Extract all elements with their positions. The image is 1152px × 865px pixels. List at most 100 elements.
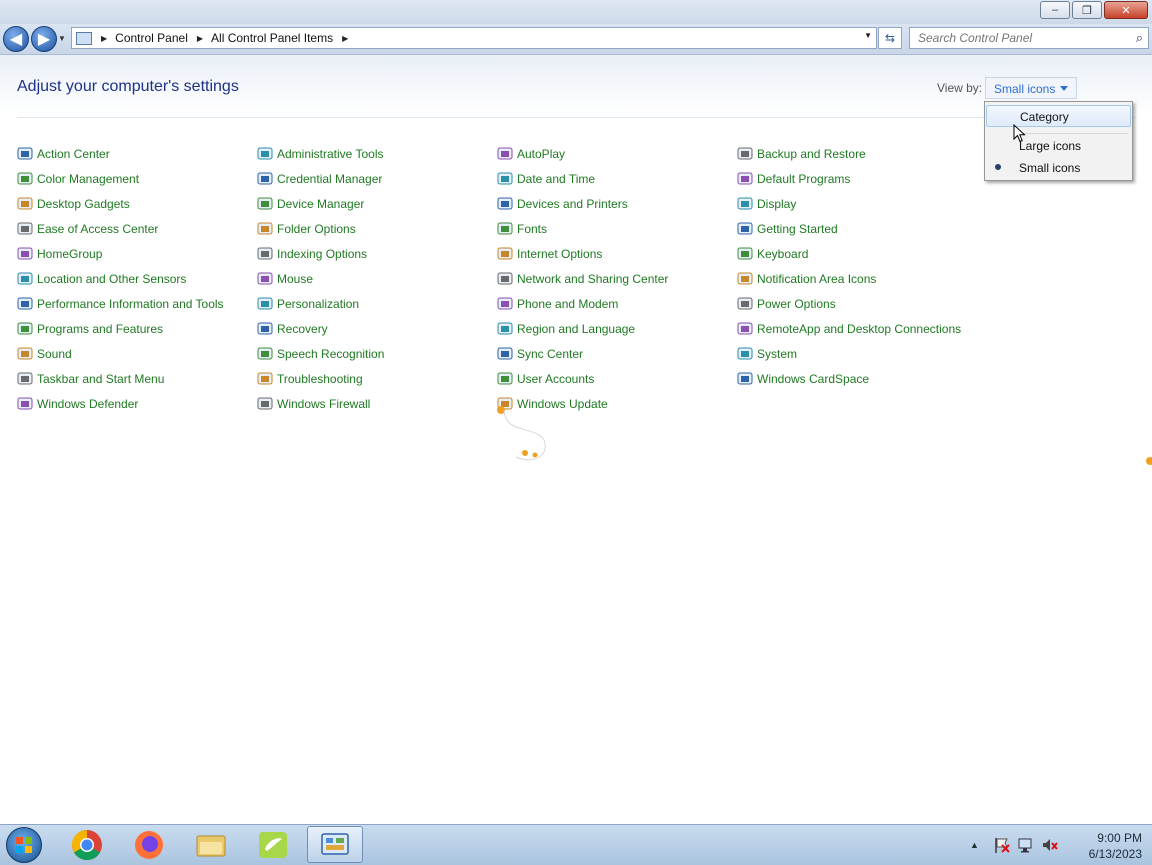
cp-item-location-and-other-sensors[interactable]: Location and Other Sensors [17,269,186,289]
clock[interactable]: 9:00 PM 6/13/2023 [1064,830,1142,862]
cp-item-label: Mouse [277,272,314,286]
cp-item-recovery[interactable]: Recovery [257,319,328,339]
performance-information-and-tools-icon [17,297,33,310]
cp-item-administrative-tools[interactable]: Administrative Tools [257,144,384,164]
volume-muted-icon[interactable] [1041,836,1059,854]
cp-item-user-accounts[interactable]: User Accounts [497,369,594,389]
breadcrumb-arrow-icon[interactable]: ▶ [197,34,203,43]
cp-item-label: AutoPlay [517,147,566,161]
search-box[interactable]: ⌕ [909,27,1149,49]
cp-item-autoplay[interactable]: AutoPlay [497,144,565,164]
address-dropdown-icon[interactable]: ▼ [864,31,872,40]
search-icon[interactable]: ⌕ [1136,30,1143,46]
keyboard-icon [737,247,753,260]
cp-item-system[interactable]: System [737,344,797,364]
taskbar-explorer[interactable] [183,826,239,863]
taskbar-control-panel[interactable] [307,826,363,863]
view-by-select[interactable]: Small icons [985,77,1077,99]
user-accounts-icon [497,372,513,385]
show-hidden-icons-icon[interactable]: ▲ [970,840,979,850]
refresh-button[interactable]: ⇆ [878,27,902,49]
back-button[interactable]: ◀ [3,26,29,52]
cp-item-desktop-gadgets[interactable]: Desktop Gadgets [17,194,130,214]
paint-icon [259,831,287,858]
remoteapp-and-desktop-connections-icon [737,322,753,335]
cp-item-taskbar-and-start-menu[interactable]: Taskbar and Start Menu [17,369,164,389]
taskbar-paint[interactable] [245,826,301,863]
menu-item-large-icons[interactable]: Large icons [986,135,1131,157]
menu-item-small-icons[interactable]: Small icons [986,157,1131,179]
cp-item-remoteapp-and-desktop-connections[interactable]: RemoteApp and Desktop Connections [737,319,961,339]
content-area: Adjust your computer's settings View by:… [0,55,1152,824]
view-by-value: Small icons [994,82,1056,96]
cp-item-ease-of-access-center[interactable]: Ease of Access Center [17,219,158,239]
start-button[interactable] [6,827,42,863]
cp-item-display[interactable]: Display [737,194,796,214]
getting-started-icon [737,222,753,235]
cp-item-personalization[interactable]: Personalization [257,294,359,314]
cp-item-mouse[interactable]: Mouse [257,269,313,289]
cp-item-label: Sync Center [517,347,584,361]
edge-dot-decoration [1146,457,1152,465]
cp-item-fonts[interactable]: Fonts [497,219,547,239]
cp-item-internet-options[interactable]: Internet Options [497,244,602,264]
cp-item-date-and-time[interactable]: Date and Time [497,169,595,189]
cp-item-homegroup[interactable]: HomeGroup [17,244,102,264]
internet-options-icon [497,247,513,260]
taskbar-chrome[interactable] [59,826,115,863]
recent-pages-dropdown[interactable]: ▼ [58,34,66,43]
windows-firewall-icon [257,397,273,410]
cp-item-speech-recognition[interactable]: Speech Recognition [257,344,384,364]
cp-item-label: Device Manager [277,197,365,211]
cp-item-programs-and-features[interactable]: Programs and Features [17,319,163,339]
cp-item-keyboard[interactable]: Keyboard [737,244,808,264]
cp-item-indexing-options[interactable]: Indexing Options [257,244,367,264]
cp-item-devices-and-printers[interactable]: Devices and Printers [497,194,628,214]
cp-item-color-management[interactable]: Color Management [17,169,139,189]
cp-item-network-and-sharing-center[interactable]: Network and Sharing Center [497,269,668,289]
chevron-down-icon [1060,86,1068,91]
breadcrumb-arrow-icon[interactable]: ▶ [101,34,107,43]
cp-item-power-options[interactable]: Power Options [737,294,836,314]
cp-item-performance-information-and-tools[interactable]: Performance Information and Tools [17,294,224,314]
forward-button[interactable]: ▶ [31,26,57,52]
restore-button[interactable]: ❐ [1072,1,1102,19]
cp-item-getting-started[interactable]: Getting Started [737,219,838,239]
taskbar-firefox[interactable] [121,826,177,863]
cp-item-label: Sound [37,347,72,361]
cp-item-default-programs[interactable]: Default Programs [737,169,850,189]
credential-manager-icon [257,172,273,185]
cp-item-label: Backup and Restore [757,147,866,161]
cp-item-windows-firewall[interactable]: Windows Firewall [257,394,370,414]
network-icon[interactable] [1017,836,1035,854]
cp-item-label: Date and Time [517,172,596,186]
cp-item-label: Power Options [757,297,836,311]
cp-item-phone-and-modem[interactable]: Phone and Modem [497,294,618,314]
address-bar[interactable]: ▶ Control Panel ▶ All Control Panel Item… [71,27,877,49]
cp-item-region-and-language[interactable]: Region and Language [497,319,635,339]
cp-item-notification-area-icons[interactable]: Notification Area Icons [737,269,876,289]
action-center-icon [17,147,33,160]
cp-item-backup-and-restore[interactable]: Backup and Restore [737,144,866,164]
breadcrumb-arrow-icon[interactable]: ▶ [342,34,348,43]
close-button[interactable]: ✕ [1104,1,1148,19]
cp-item-label: Location and Other Sensors [37,272,187,286]
cp-item-label: Taskbar and Start Menu [37,372,165,386]
cp-item-credential-manager[interactable]: Credential Manager [257,169,382,189]
cp-item-label: Getting Started [757,222,838,236]
cp-item-sync-center[interactable]: Sync Center [497,344,583,364]
cp-item-windows-defender[interactable]: Windows Defender [17,394,138,414]
cp-item-device-manager[interactable]: Device Manager [257,194,364,214]
cp-item-troubleshooting[interactable]: Troubleshooting [257,369,363,389]
action-center-flag-icon[interactable] [993,836,1011,854]
cp-item-windows-cardspace[interactable]: Windows CardSpace [737,369,869,389]
cp-item-action-center[interactable]: Action Center [17,144,110,164]
breadcrumb-all-items[interactable]: All Control Panel Items [211,31,333,45]
homegroup-icon [17,247,33,260]
cp-item-sound[interactable]: Sound [17,344,72,364]
search-input[interactable] [916,30,1130,46]
menu-item-category[interactable]: Category [986,105,1131,127]
cp-item-folder-options[interactable]: Folder Options [257,219,356,239]
minimize-button[interactable]: – [1040,1,1070,19]
breadcrumb-control-panel[interactable]: Control Panel [115,31,188,45]
